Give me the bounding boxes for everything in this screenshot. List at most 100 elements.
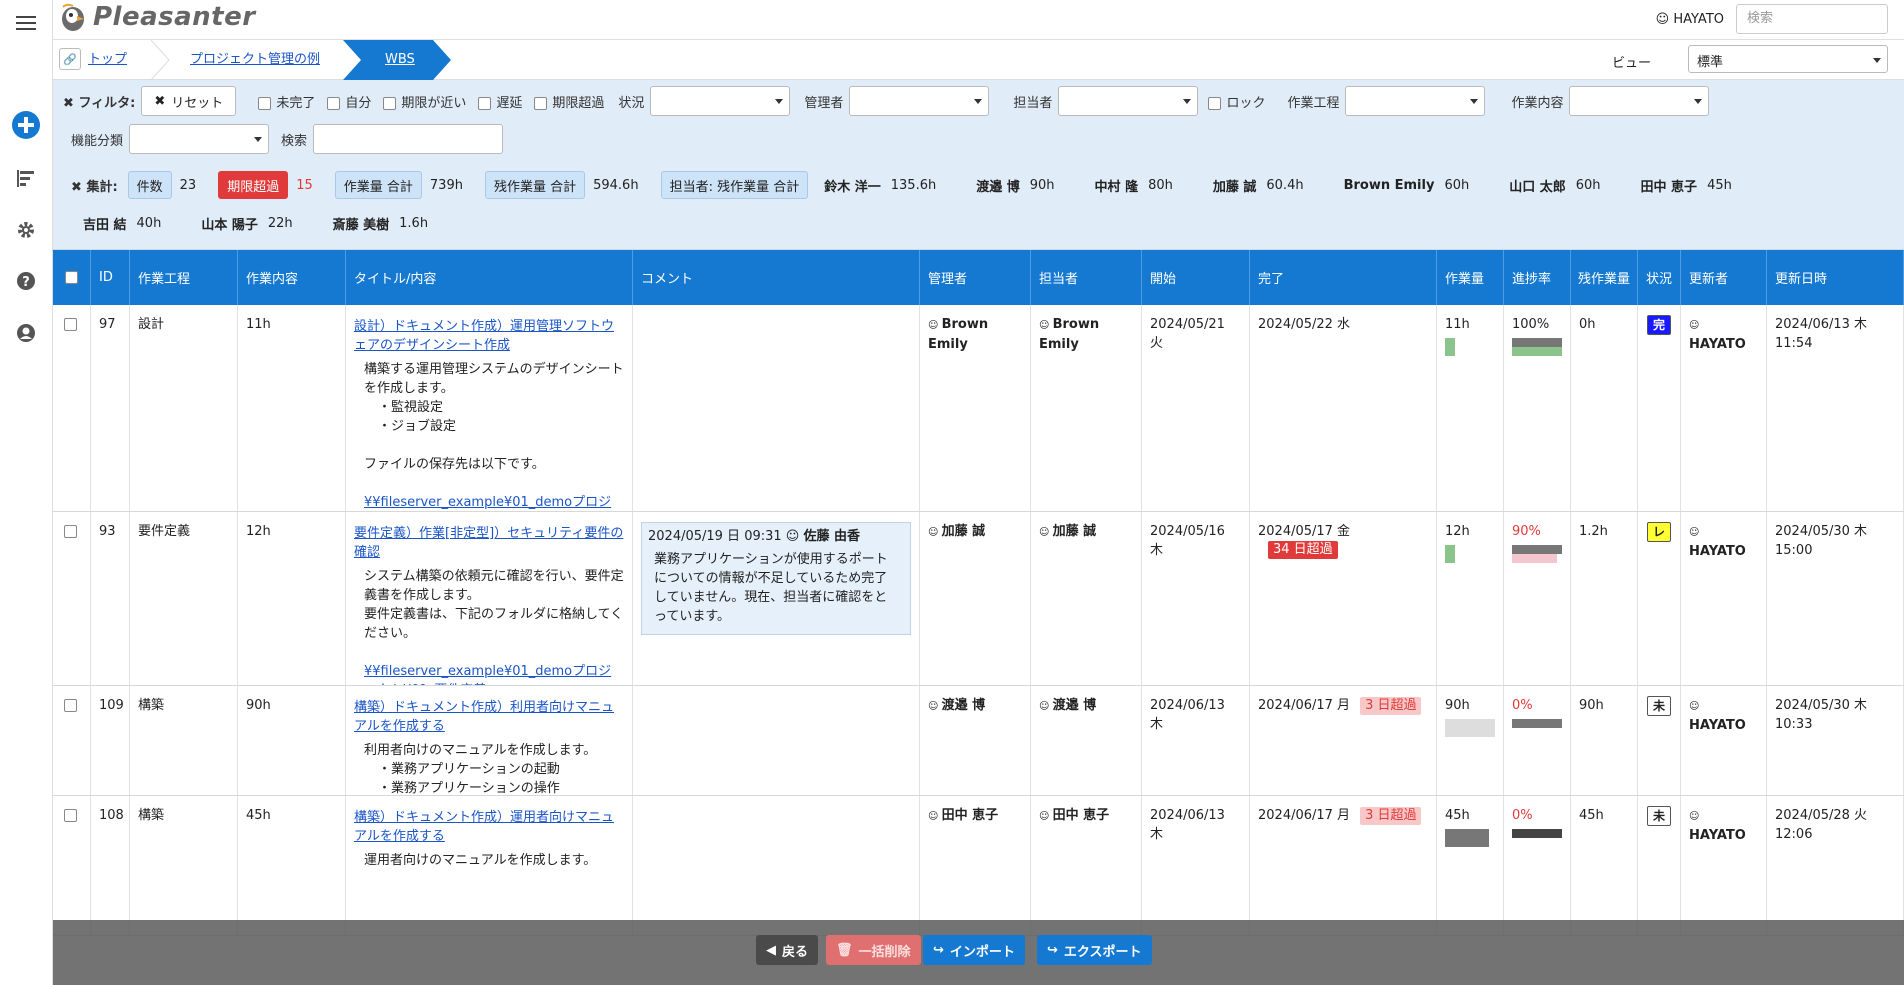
col-id[interactable]: ID [91, 250, 130, 305]
table-cell: 90h [1437, 686, 1504, 795]
col-start[interactable]: 開始 [1142, 250, 1250, 305]
file-path-link[interactable]: ¥¥fileserver_example¥01_demoプロジェクト¥02_構成… [364, 493, 624, 511]
col-process[interactable]: 作業工程 [130, 250, 238, 305]
col-remain[interactable]: 残作業量 [1571, 250, 1638, 305]
aggregate-count-badge: 件数 [127, 171, 172, 199]
filter-check-near-due[interactable]: 期限が近い [383, 92, 466, 111]
table-row[interactable]: 97 設計 11h 設計）ドキュメント作成）運用管理ソフトウェアのデザインシート作成構… [53, 305, 1904, 512]
header-search-input[interactable]: 検索 [1736, 4, 1888, 34]
filter-manager-select[interactable] [849, 86, 990, 116]
filter-check-self[interactable]: 自分 [327, 92, 371, 111]
col-updater[interactable]: 更新者 [1681, 250, 1767, 305]
chevron-down-icon [1470, 99, 1479, 104]
row-id: 97 [99, 317, 116, 332]
aggregate-assignee-badge: 担当者: 残作業量 合計 [660, 171, 809, 199]
table-row[interactable]: 93 要件定義 12h 要件定義）作業[非定型]）セキュリティ要件の確認 システム構築の… [53, 512, 1904, 686]
table-cell: 2024/06/17 月 3 日超過 [1250, 796, 1437, 935]
breadcrumb-project[interactable]: プロジェクト管理の例 [190, 40, 320, 80]
row-title-link[interactable]: 設計）ドキュメント作成）運用管理ソフトウェアのデザインシート作成 [354, 317, 624, 355]
row-checkbox[interactable] [64, 809, 77, 822]
table-cell [53, 686, 91, 795]
table-row[interactable]: 108 構築 45h 構築）ドキュメント作成）運用者向けマニュアルを作成する 運用者向け… [53, 796, 1904, 936]
import-button[interactable]: ↪ インポート [923, 935, 1025, 965]
reset-button[interactable]: ✖ リセット [141, 86, 237, 116]
logo[interactable]: Pleasanter [59, 2, 256, 32]
person-name: ☺ HAYATO [1689, 701, 1746, 733]
table-cell: 完 [1638, 305, 1681, 511]
filter-work-select[interactable] [1569, 86, 1710, 116]
menu-icon[interactable] [11, 8, 41, 38]
comment-text: 業務アプリケーションが使用するポートについての情報が不足しているため完了していま… [654, 552, 888, 624]
row-checkbox[interactable] [64, 318, 77, 331]
table-cell: ☺ 田中 恵子 [920, 796, 1031, 935]
close-icon[interactable]: ✖ [71, 180, 82, 195]
table-cell: 0h [1571, 305, 1638, 511]
select-all-checkbox[interactable] [53, 250, 91, 305]
filter-func-select[interactable] [129, 124, 270, 154]
filter-assignee-select[interactable] [1058, 86, 1199, 116]
gear-icon[interactable] [11, 215, 41, 245]
person-name: ☺ 加藤 誠 [1039, 524, 1097, 539]
add-icon[interactable] [11, 110, 41, 140]
body-line [364, 643, 624, 662]
table-cell: ☺ 渡邉 博 [1031, 686, 1142, 795]
filter-check-delay[interactable]: 遅延 [478, 92, 522, 111]
table-cell: 93 [91, 512, 130, 685]
aggregate-person-name: 吉田 結 [83, 217, 127, 233]
filter-process-label: 作業工程 [1287, 95, 1340, 111]
col-work-hours[interactable]: 作業量 [1437, 250, 1504, 305]
view-select-value: 標準 [1697, 55, 1724, 70]
user-menu[interactable]: ☺ HAYATO [1656, 12, 1724, 27]
body-line [364, 436, 624, 455]
filter-status-select[interactable] [650, 86, 791, 116]
person-name: ☺ HAYATO [1689, 527, 1746, 559]
aggregate-person-name: 中村 隆 [1094, 179, 1139, 195]
row-title-link[interactable]: 構築）ドキュメント作成）利用者向けマニュアルを作成する [354, 698, 624, 736]
col-progress[interactable]: 進捗率 [1504, 250, 1571, 305]
filter-search-input[interactable] [313, 124, 504, 154]
body-line: 利用者向けのマニュアルを作成します。 [364, 743, 597, 758]
export-button[interactable]: ↪ エクスポート [1037, 935, 1152, 965]
col-end[interactable]: 完了 [1250, 250, 1437, 305]
person-icon: ☺ [1039, 811, 1053, 822]
table-row[interactable]: 109 構築 90h 構築）ドキュメント作成）利用者向けマニュアルを作成する 利用者向け… [53, 686, 1904, 796]
row-checkbox[interactable] [64, 525, 77, 538]
filter-row-2: 機能分類 検索 [53, 122, 1904, 156]
row-title-link[interactable]: 構築）ドキュメント作成）運用者向けマニュアルを作成する [354, 808, 624, 846]
filter-check-incomplete[interactable]: 未完了 [258, 92, 315, 111]
row-checkbox[interactable] [64, 699, 77, 712]
col-manager[interactable]: 管理者 [920, 250, 1031, 305]
col-comment[interactable]: コメント [633, 250, 920, 305]
row-process: 要件定義 [138, 524, 191, 539]
breadcrumb-top[interactable]: トップ [88, 40, 127, 80]
user-icon[interactable] [11, 318, 41, 348]
table-cell: 構築）ドキュメント作成）運用者向けマニュアルを作成する運用者向けのマニュアルを作… [346, 796, 633, 935]
body-line: 運用者向けのマニュアルを作成します。 [364, 853, 597, 868]
comment-box: 2024/05/19 日 09:31 ☺ 佐藤 由香 業務アプリケーションが使用す… [641, 522, 911, 635]
filter-check-lock[interactable]: ロック [1208, 92, 1265, 111]
bulk-delete-button[interactable]: 🗑 一括削除 [826, 935, 921, 965]
table-cell: 11h [1437, 305, 1504, 511]
row-updated: 2024/06/13 木 11:54 [1775, 317, 1868, 351]
filter-check-overdue[interactable]: 期限超過 [534, 92, 604, 111]
link-icon[interactable]: 🔗 [59, 48, 81, 70]
file-path-link[interactable]: ¥¥fileserver_example¥01_demoプロジェクト¥01_要件… [364, 662, 624, 685]
person-icon: ☺ [1689, 811, 1700, 822]
close-icon[interactable]: ✖ [63, 96, 74, 111]
breadcrumb-wbs[interactable]: WBS [385, 40, 415, 80]
row-progress: 0% [1512, 698, 1533, 713]
table-cell: 100% [1504, 305, 1571, 511]
back-button[interactable]: ◀ 戻る [756, 935, 819, 965]
help-icon[interactable]: ? [11, 266, 41, 296]
col-work[interactable]: 作業内容 [238, 250, 346, 305]
col-assignee[interactable]: 担当者 [1031, 250, 1142, 305]
gantt-icon[interactable] [11, 163, 41, 193]
view-select[interactable]: 標準 [1688, 45, 1888, 73]
row-title-link[interactable]: 要件定義）作業[非定型]）セキュリティ要件の確認 [354, 524, 624, 562]
col-status[interactable]: 状況 [1638, 250, 1681, 305]
col-title[interactable]: タイトル/内容 [346, 250, 633, 305]
filter-process-select[interactable] [1345, 86, 1486, 116]
row-remain: 90h [1579, 698, 1604, 713]
col-updated[interactable]: 更新日時 [1767, 250, 1904, 305]
filter-panel: ✖ フィルタ: ✖ リセット 未完了 自分 期限が近い 遅延 期限超過 状況 管理… [53, 80, 1904, 250]
